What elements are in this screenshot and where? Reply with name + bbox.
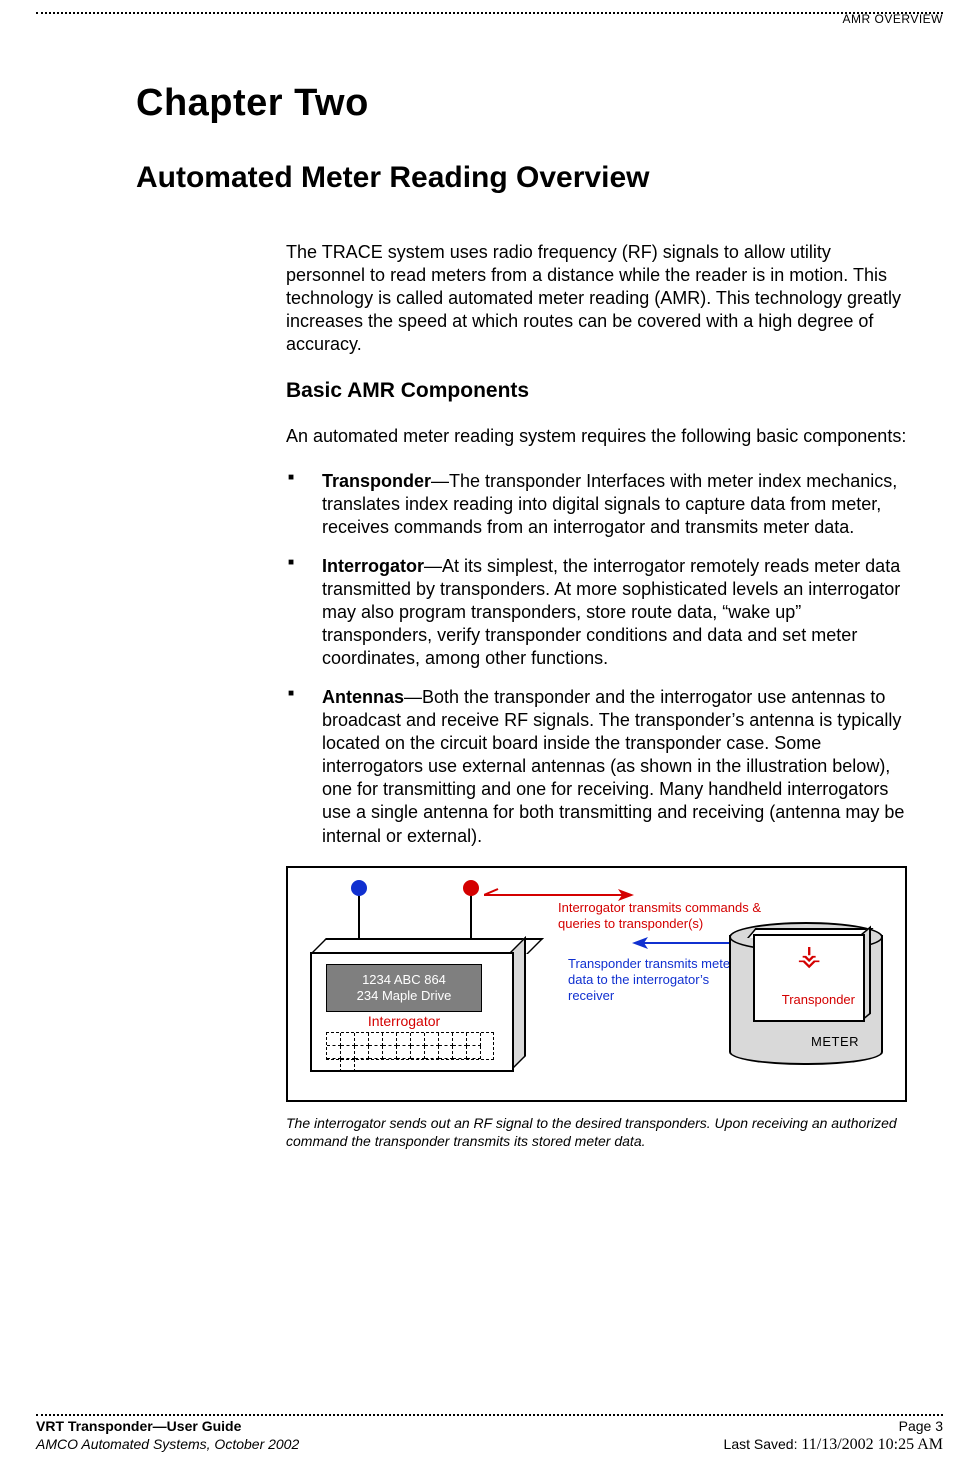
list-item: Antennas—Both the transponder and the in… (286, 686, 907, 847)
device-keypad (326, 1032, 494, 1060)
sub-heading: Basic AMR Components (286, 378, 907, 405)
page-footer: VRT Transponder—User Guide Page 3 AMCO A… (36, 1414, 943, 1454)
transponder-label: Transponder (782, 992, 855, 1007)
transmit-antenna-icon (463, 880, 479, 896)
figure-diagram: 1234 ABC 864 234 Maple Drive Interrogato… (286, 866, 907, 1102)
intro-paragraph: The TRACE system uses radio frequency (R… (286, 241, 907, 356)
lead-in: An automated meter reading system requir… (286, 425, 907, 448)
component-list: Transponder—The transponder Interfaces w… (286, 470, 907, 847)
receive-antenna-icon (351, 880, 367, 896)
list-item: Transponder—The transponder Interfaces w… (286, 470, 907, 539)
transponder-antenna-icon: ⚶ (797, 942, 821, 970)
list-item: Interrogator—At its simplest, the interr… (286, 555, 907, 670)
header-right: AMR OVERVIEW (36, 12, 943, 26)
receive-annotation: Transponder transmits meter data to the … (568, 956, 738, 1005)
antenna-stem (358, 890, 360, 942)
antenna-stem (470, 890, 472, 942)
meter-label: METER (811, 1034, 859, 1049)
figure-caption: The interrogator sends out an RF signal … (286, 1114, 907, 1150)
interrogator-label: Interrogator (326, 1013, 482, 1029)
chapter-title: Chapter Two (136, 82, 913, 125)
section-title: Automated Meter Reading Overview (136, 161, 913, 195)
device-screen: 1234 ABC 864 234 Maple Drive (326, 964, 482, 1012)
transmit-annotation: Interrogator transmits commands & querie… (558, 900, 768, 933)
